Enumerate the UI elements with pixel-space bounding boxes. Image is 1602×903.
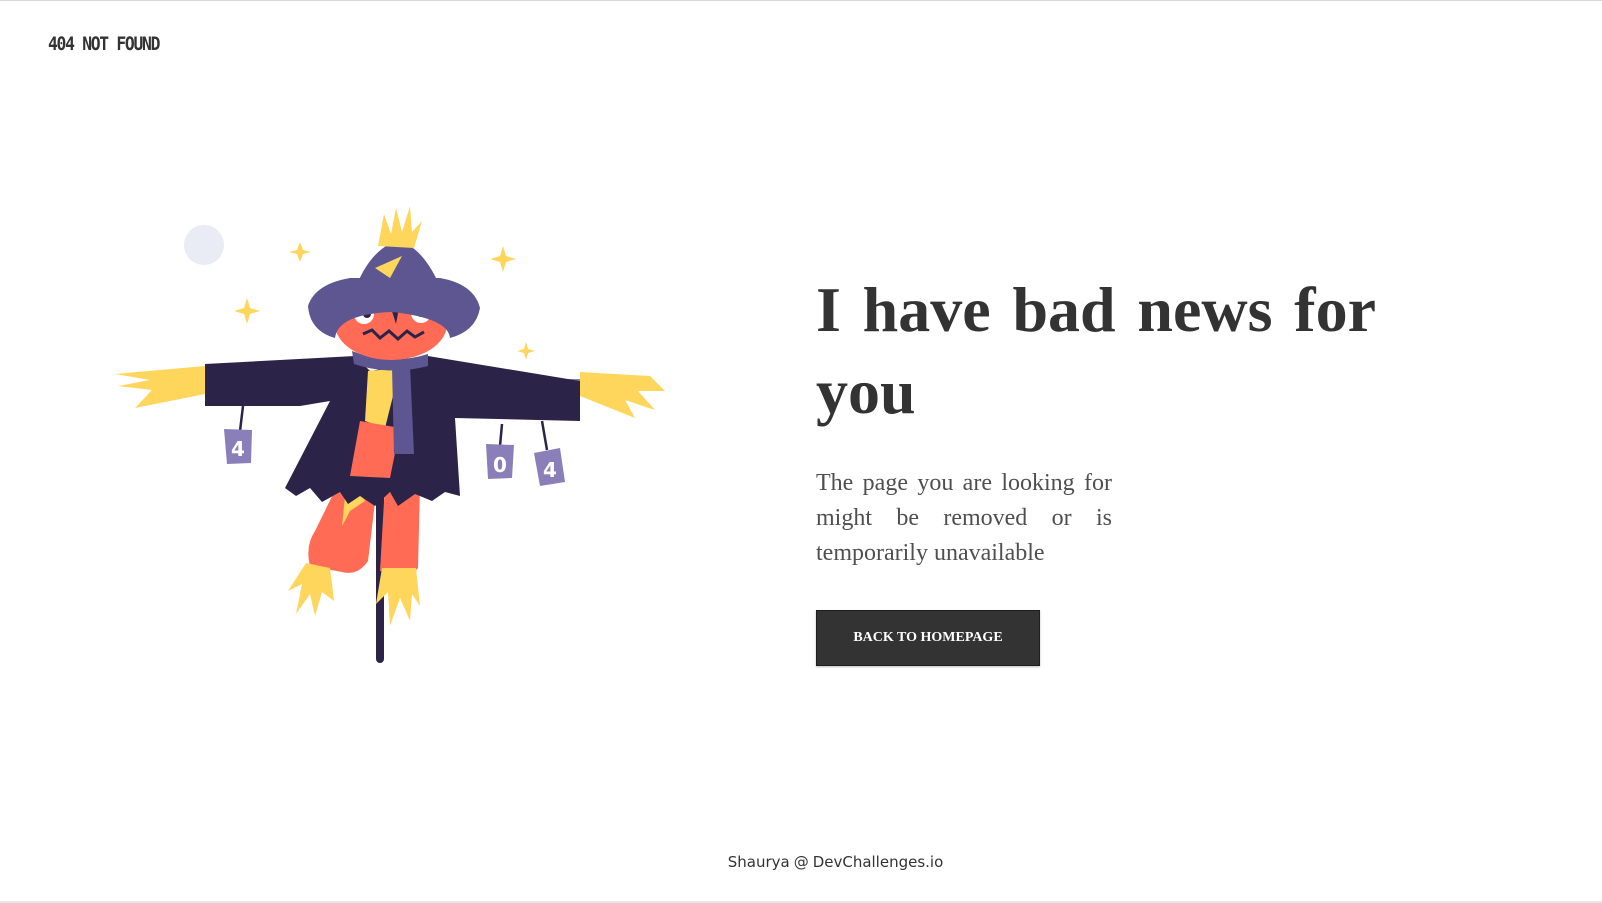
- can-middle: 0: [486, 423, 514, 479]
- left-foot-straw: [288, 563, 334, 616]
- can-left: 4: [224, 405, 252, 464]
- scarecrow-illustration: 4 0 4: [115, 206, 665, 663]
- error-message: The page you are looking for might be re…: [816, 470, 1112, 566]
- right-hand-straw: [580, 372, 665, 418]
- error-page: 404 NOT FOUND 4 0 4 I have bad news for …: [0, 0, 1602, 903]
- left-hand-straw: [115, 366, 205, 408]
- footer-author: Shaurya: [727, 853, 790, 871]
- can-right: 4: [534, 420, 565, 486]
- site-logo[interactable]: 404 NOT FOUND: [48, 33, 160, 55]
- hat-straw: [378, 206, 422, 248]
- moon-icon: [184, 225, 224, 265]
- can-right-label: 4: [543, 458, 557, 482]
- back-to-homepage-button[interactable]: BACK TO HOMEPAGE: [816, 610, 1040, 666]
- footer-separator: @: [793, 853, 809, 871]
- footer-site-link[interactable]: DevChallenges.io: [813, 853, 944, 871]
- footer-credit: Shaurya @ DevChallenges.io: [0, 853, 1602, 871]
- can-left-label: 4: [231, 437, 245, 461]
- can-middle-label: 0: [493, 453, 507, 477]
- page-title: I have bad news for you: [816, 274, 1376, 427]
